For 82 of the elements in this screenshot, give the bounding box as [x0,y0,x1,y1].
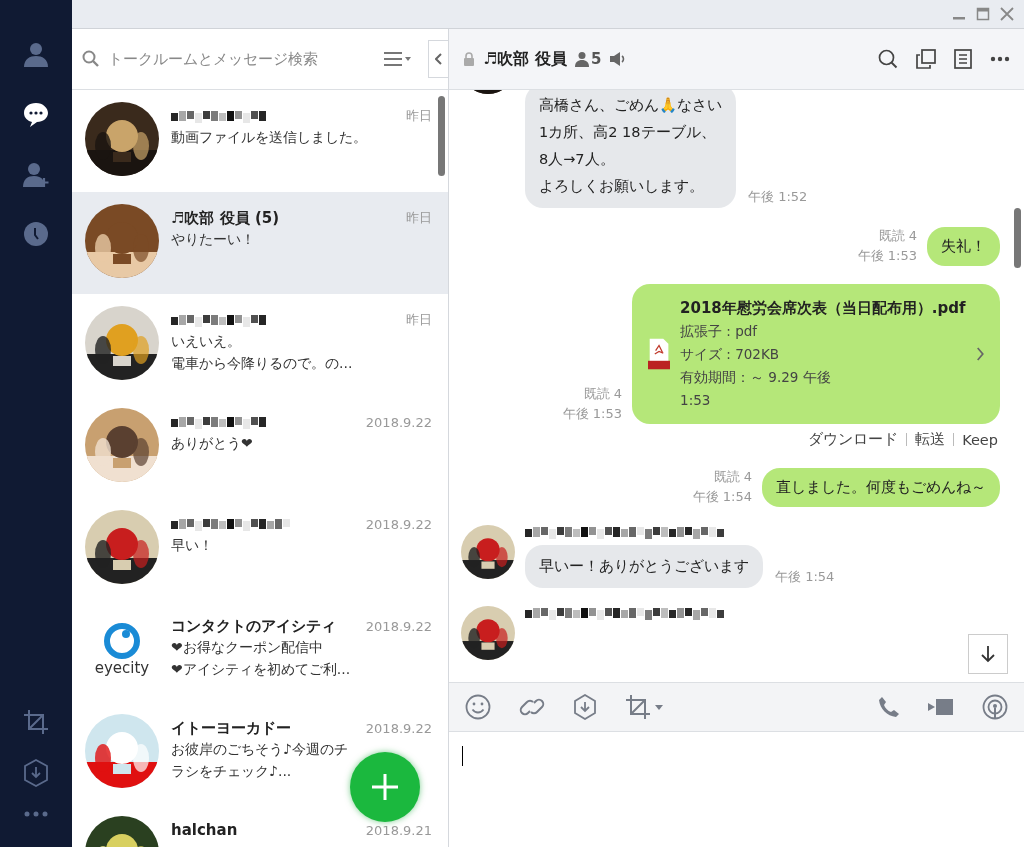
message-time: 午後 1:53 [562,405,622,423]
copy-icon[interactable] [916,49,936,69]
chat-name: halchan [171,821,238,839]
message-time: 午後 1:54 [692,488,752,506]
chat-name: コンタクトのアイシティ [171,616,336,636]
note-icon[interactable] [954,49,972,69]
chat-name: イトーヨーカドー [171,718,291,738]
text-cursor [462,746,463,766]
phone-icon[interactable] [878,696,900,718]
read-receipt: 既読 4 [878,227,917,245]
collapse-button[interactable] [428,40,448,78]
download-icon[interactable] [23,759,49,787]
file-message[interactable]: 2018年慰労会席次表（当日配布用）.pdf 拡張子 : pdf サイズ : 702KB 有効期間：～ 9.29 午後 1:53 [632,284,1000,424]
message-preview: いえいえ。 [171,332,242,351]
message-preview: お彼岸のごちそう♪今週のチ [171,740,349,759]
message-bubble: 直しました。何度もごめんね～ [762,468,1000,507]
message-preview: 動画ファイルを送信しました。 [171,128,368,147]
message-preview: 早い！ [171,536,214,555]
chat-list-item[interactable]: ♬吹部 役員 (5) 昨日 やりたーい！ [72,192,448,294]
chat-time: 昨日 [406,311,432,329]
message-preview: 電車から今降りるので。の... [171,354,354,373]
download-icon[interactable] [573,694,597,720]
logo-icon [104,622,140,659]
video-call-icon[interactable] [928,698,954,716]
screenshot-button[interactable] [625,694,663,720]
file-action-link[interactable]: ダウンロード [808,430,899,449]
scroll-down-button[interactable] [968,634,1008,674]
crop-icon[interactable] [23,709,49,735]
friends-icon[interactable] [22,40,50,68]
read-receipt: 既読 4 [713,468,752,486]
chevron-left-icon [434,53,443,65]
chat-time: 昨日 [406,209,432,227]
maximize-icon[interactable] [976,7,990,21]
file-action-link[interactable]: 転送 [915,430,946,449]
caret-icon [655,704,663,710]
file-detail: サイズ : 702KB [680,345,781,364]
message-preview: やりたーい！ [171,230,256,249]
person-icon [574,51,589,67]
search-field[interactable]: トークルームとメッセージ検索 [106,49,378,69]
file-name: 2018年慰労会席次表（当日配布用）.pdf [680,298,966,319]
lock-icon [463,52,475,66]
message-preview: ありがとう❤ [171,434,254,453]
chat-icon[interactable] [22,100,50,128]
chat-name: ♬吹部 役員 (5) [171,208,280,228]
scrollbar[interactable] [438,96,445,176]
add-friend-icon[interactable] [22,160,50,188]
message-bubble: 高橋さん、ごめん🙏なさい 1カ所、高2 18テーブル、 8人→7人。 よろしくお願いします。 [525,90,736,208]
emoji-icon[interactable] [465,694,491,720]
message-time: 午後 1:52 [748,188,808,206]
file-action-link[interactable]: Keep [962,431,998,448]
chat-time: 2018.9.22 [365,414,432,430]
member-count: 5 [590,50,602,68]
more-icon[interactable] [990,56,1010,62]
chat-time: 2018.9.22 [365,516,432,532]
file-detail: 有効期間：～ 9.29 午後 [680,368,832,387]
chat-time: 2018.9.22 [365,720,432,736]
chat-title: ♬吹部 役員 [483,48,567,70]
chat-time: 昨日 [406,107,432,125]
message-preview: ラシをチェック♪... [171,762,293,781]
read-receipt: 既読 4 [583,385,622,403]
scrollbar[interactable] [1014,208,1021,268]
chat-time: 2018.9.22 [365,618,432,634]
close-icon[interactable] [1000,7,1014,21]
logo-text: eyecity [94,660,150,676]
chat-time: 2018.9.21 [365,822,432,838]
message-bubble: 失礼！ [927,227,1000,266]
pdf-file-icon [648,336,671,372]
message-preview: ❤アイシティを初めてご利... [171,660,352,679]
message-preview: ❤お得なクーポン配信中 [171,638,324,657]
arrow-down-icon [980,645,996,663]
chevron-right-icon [975,346,984,362]
message-time: 午後 1:54 [775,568,835,586]
broadcast-icon[interactable] [982,694,1008,720]
file-detail: 1:53 [680,391,712,410]
message-time: 午後 1:53 [857,247,917,265]
message-bubble: 早いー！ありがとうございます [525,545,763,588]
file-detail: 拡張子 : pdf [680,322,759,341]
search-icon [82,50,100,68]
list-menu-button[interactable] [384,51,412,67]
plus-icon [370,772,400,802]
timeline-icon[interactable] [22,220,50,248]
search-icon[interactable] [878,49,898,69]
